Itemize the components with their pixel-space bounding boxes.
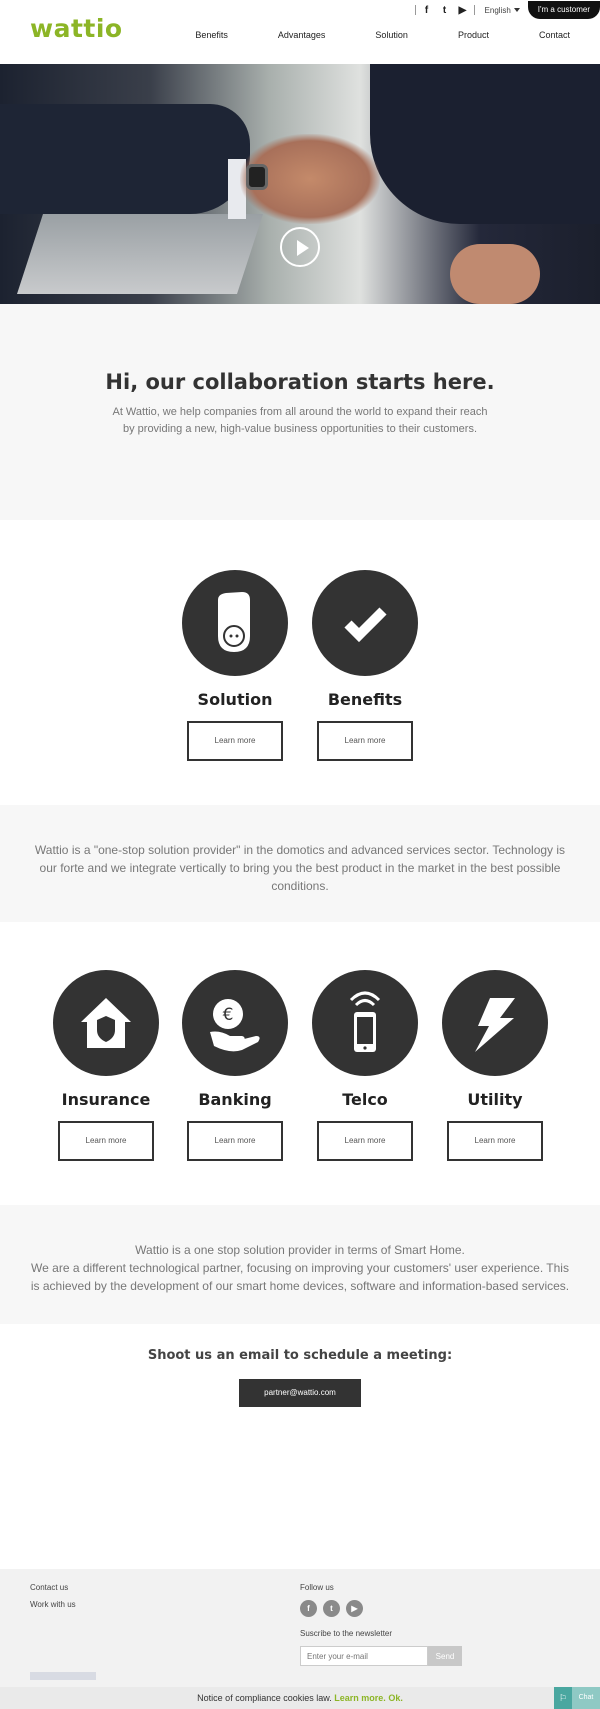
- divider: [414, 5, 416, 15]
- twitter-icon[interactable]: t: [323, 1600, 340, 1617]
- newsletter-label: Suscribe to the newsletter: [300, 1629, 393, 1638]
- checkmark-icon: [312, 570, 418, 676]
- feature-label: Insurance: [61, 1090, 151, 1109]
- smart-home-line1: Wattio is a one stop solution provider i…: [135, 1243, 465, 1257]
- feature-label: Telco: [342, 1090, 388, 1109]
- nav-product[interactable]: Product: [458, 30, 489, 40]
- feature-solution: Solution Learn more: [182, 570, 288, 761]
- cookie-learn-more-link[interactable]: Learn more.: [334, 1693, 386, 1703]
- newsletter-form: Send: [300, 1646, 462, 1666]
- feature-label: Banking: [198, 1090, 272, 1109]
- learn-more-button[interactable]: Learn more: [58, 1121, 154, 1161]
- feature-utility: Utility Learn more: [442, 970, 548, 1161]
- euro-hand-icon: €: [182, 970, 288, 1076]
- feature-benefits: Benefits Learn more: [312, 570, 418, 761]
- learn-more-button[interactable]: Learn more: [187, 1121, 283, 1161]
- footer-links: Contact us Work with us: [30, 1583, 76, 1617]
- nav-advantages[interactable]: Advantages: [278, 30, 326, 40]
- youtube-icon[interactable]: ▶: [346, 1600, 363, 1617]
- learn-more-button[interactable]: Learn more: [317, 1121, 413, 1161]
- solution-benefits-section: Solution Learn more Benefits Learn more: [0, 520, 600, 805]
- feature-insurance: Insurance Learn more: [53, 970, 159, 1161]
- site-header: wattio f t ▶ English I'm a customer Bene…: [0, 0, 600, 64]
- feature-telco: Telco Learn more: [312, 970, 418, 1161]
- smart-home-section: Wattio is a one stop solution provider i…: [0, 1205, 600, 1324]
- footer-social-newsletter: Follow us f t ▶ Suscribe to the newslett…: [300, 1583, 462, 1666]
- work-with-us-link[interactable]: Work with us: [30, 1600, 76, 1609]
- learn-more-button[interactable]: Learn more: [317, 721, 413, 761]
- right-sleeve-graphic: [370, 64, 600, 224]
- lightning-icon: [442, 970, 548, 1076]
- footer-badge: [30, 1672, 96, 1680]
- cookie-text: Notice of compliance cookies law.: [197, 1693, 332, 1703]
- newsletter-email-input[interactable]: [300, 1646, 428, 1666]
- caret-down-icon: [513, 8, 520, 13]
- laptop-graphic: [17, 214, 263, 294]
- divider: [473, 5, 475, 15]
- chat-widget[interactable]: ⚐ Chat: [554, 1687, 600, 1709]
- facebook-icon[interactable]: f: [300, 1600, 317, 1617]
- intro-title: Hi, our collaboration starts here.: [105, 370, 495, 394]
- provider-text: Wattio is a "one-stop solution provider"…: [34, 843, 566, 893]
- phone-signal-icon: [312, 970, 418, 1076]
- play-video-icon[interactable]: [280, 227, 320, 267]
- customer-button[interactable]: I'm a customer: [527, 1, 600, 19]
- cookie-ok-button[interactable]: Ok.: [388, 1693, 403, 1703]
- twitter-icon[interactable]: t: [440, 5, 450, 16]
- main-nav: Benefits Advantages Solution Product Con…: [195, 30, 570, 40]
- contact-us-link[interactable]: Contact us: [30, 1583, 76, 1592]
- language-selector[interactable]: English: [485, 6, 520, 15]
- svg-text:€: €: [223, 1005, 234, 1025]
- top-bar: f t ▶ English I'm a customer: [409, 1, 600, 19]
- intro-section: Hi, our collaboration starts here. At Wa…: [0, 304, 600, 520]
- language-label: English: [484, 5, 511, 15]
- email-heading: Shoot us an email to schedule a meeting:: [147, 1348, 453, 1363]
- hero-image: [0, 64, 600, 304]
- left-sleeve-graphic: [0, 104, 250, 214]
- feature-banking: € Banking Learn more: [182, 970, 288, 1161]
- footer-social-links: f t ▶: [300, 1600, 462, 1617]
- intro-text: At Wattio, we help companies from all ar…: [112, 406, 488, 435]
- feature-label: Solution: [197, 690, 273, 709]
- watch-graphic: [246, 164, 268, 190]
- feature-label: Utility: [467, 1090, 523, 1109]
- smart-home-line2: We are a different technological partner…: [30, 1261, 570, 1293]
- wattio-logo[interactable]: wattio: [30, 14, 123, 43]
- partner-email-button[interactable]: partner@wattio.com: [239, 1379, 361, 1407]
- learn-more-button[interactable]: Learn more: [447, 1121, 543, 1161]
- follow-us-label: Follow us: [300, 1583, 334, 1592]
- hand-graphic: [450, 244, 540, 304]
- send-button[interactable]: Send: [428, 1646, 462, 1666]
- nav-contact[interactable]: Contact: [539, 30, 570, 40]
- chat-bubble-icon: ⚐: [554, 1687, 572, 1709]
- feature-label: Benefits: [327, 690, 403, 709]
- plug-device-icon: [182, 570, 288, 676]
- learn-more-button[interactable]: Learn more: [187, 721, 283, 761]
- chat-label: Chat: [578, 1694, 594, 1701]
- youtube-icon[interactable]: ▶: [458, 5, 468, 16]
- nav-benefits[interactable]: Benefits: [195, 30, 228, 40]
- nav-solution[interactable]: Solution: [375, 30, 408, 40]
- provider-section: Wattio is a "one-stop solution provider"…: [0, 805, 600, 922]
- email-section: Shoot us an email to schedule a meeting:…: [0, 1324, 600, 1569]
- sectors-section: Insurance Learn more € Banking Learn mor…: [0, 922, 600, 1205]
- cookie-notice: Notice of compliance cookies law. Learn …: [0, 1687, 600, 1709]
- facebook-icon[interactable]: f: [422, 5, 432, 16]
- social-links: f t ▶: [422, 5, 468, 16]
- house-shield-icon: [53, 970, 159, 1076]
